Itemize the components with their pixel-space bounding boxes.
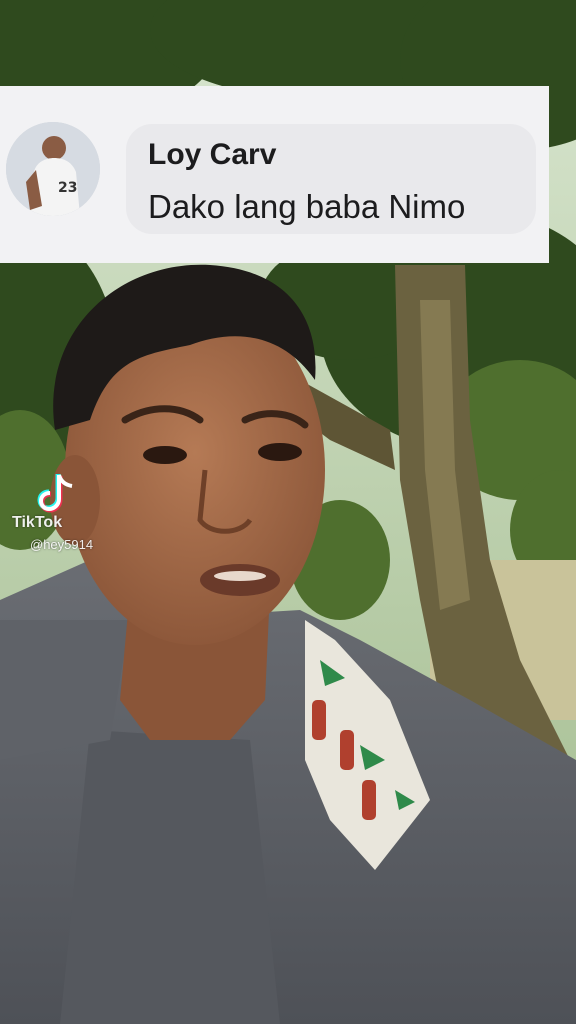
comment-text: Dako lang baba Nimo	[148, 188, 466, 225]
svg-text:23: 23	[58, 180, 77, 196]
tiktok-brand-label: TikTok	[12, 514, 63, 531]
user-avatar-icon: 23	[6, 122, 100, 216]
comment-author: Loy Carv	[148, 138, 277, 171]
tiktok-username: @hey5914	[30, 537, 94, 552]
commenter-avatar[interactable]: 23	[6, 122, 100, 216]
